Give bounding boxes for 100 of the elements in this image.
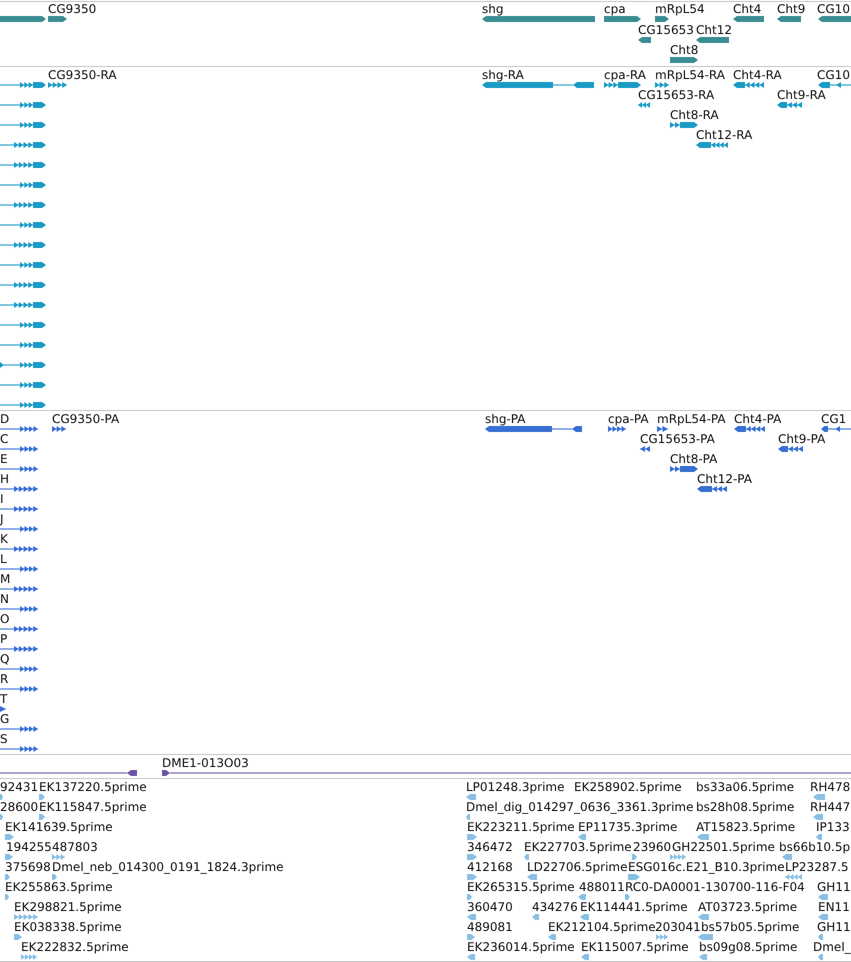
protein-feature[interactable] — [0, 466, 38, 472]
est-feature[interactable] — [813, 794, 825, 800]
est-feature[interactable] — [578, 834, 586, 840]
est-feature[interactable] — [0, 814, 3, 820]
protein-feature[interactable] — [734, 426, 765, 432]
est-feature[interactable] — [670, 854, 686, 860]
gene-feature[interactable] — [48, 16, 67, 22]
protein-feature[interactable] — [697, 486, 727, 492]
protein-feature[interactable] — [0, 686, 38, 692]
transcript-feature[interactable] — [0, 142, 46, 148]
est-feature[interactable] — [698, 934, 713, 940]
protein-feature[interactable] — [821, 426, 851, 432]
transcript-feature[interactable] — [0, 322, 46, 328]
transcript-feature[interactable] — [0, 382, 46, 388]
gene-feature[interactable] — [655, 16, 669, 22]
est-feature[interactable] — [52, 874, 57, 880]
est-feature[interactable] — [632, 854, 637, 860]
gene-feature[interactable] — [638, 36, 651, 43]
transcript-feature[interactable] — [655, 82, 669, 88]
est-feature[interactable] — [467, 854, 477, 860]
transcript-feature[interactable] — [0, 122, 46, 128]
protein-feature[interactable] — [608, 426, 626, 432]
est-feature[interactable] — [39, 814, 45, 820]
est-feature[interactable] — [813, 814, 823, 820]
est-feature[interactable] — [14, 914, 38, 920]
est-feature[interactable] — [467, 834, 477, 840]
transcript-feature[interactable] — [604, 82, 641, 88]
est-feature[interactable] — [467, 954, 475, 960]
protein-feature[interactable] — [0, 566, 38, 572]
transcript-feature[interactable] — [0, 402, 46, 408]
est-feature[interactable] — [467, 914, 476, 920]
clone-feature[interactable] — [162, 770, 851, 776]
protein-feature[interactable] — [52, 426, 66, 432]
est-feature[interactable] — [628, 874, 640, 880]
est-feature[interactable] — [785, 874, 802, 880]
transcript-feature[interactable] — [0, 242, 46, 248]
est-feature[interactable] — [578, 894, 586, 900]
est-feature[interactable] — [39, 794, 45, 800]
transcript-feature[interactable] — [0, 202, 46, 208]
protein-feature[interactable] — [0, 526, 38, 532]
est-feature[interactable] — [656, 934, 668, 940]
est-feature[interactable] — [467, 874, 477, 880]
protein-feature[interactable] — [0, 586, 38, 592]
transcript-feature[interactable] — [0, 282, 46, 288]
clone-feature[interactable] — [0, 770, 137, 776]
est-feature[interactable] — [532, 914, 539, 920]
transcript-feature[interactable] — [0, 162, 46, 168]
protein-feature[interactable] — [778, 446, 803, 452]
est-feature[interactable] — [782, 854, 792, 860]
gene-feature[interactable] — [0, 16, 46, 22]
est-feature[interactable] — [5, 894, 9, 900]
gene-feature[interactable] — [604, 16, 641, 22]
est-feature[interactable] — [52, 854, 65, 860]
gene-feature[interactable] — [777, 16, 801, 22]
protein-feature[interactable] — [0, 746, 38, 752]
protein-feature[interactable] — [640, 446, 650, 452]
est-feature[interactable] — [5, 854, 13, 860]
est-feature[interactable] — [5, 874, 10, 880]
protein-feature[interactable] — [0, 626, 38, 632]
protein-feature[interactable] — [0, 646, 38, 652]
transcript-feature[interactable] — [0, 342, 46, 348]
est-feature[interactable] — [466, 814, 470, 820]
est-feature[interactable] — [581, 954, 589, 960]
transcript-feature[interactable] — [0, 262, 46, 268]
protein-feature[interactable] — [0, 426, 38, 432]
est-feature[interactable] — [697, 834, 709, 840]
transcript-feature[interactable] — [48, 82, 67, 88]
protein-feature[interactable] — [0, 726, 38, 732]
protein-feature[interactable] — [485, 426, 582, 432]
protein-feature[interactable] — [0, 606, 38, 612]
transcript-feature[interactable] — [696, 142, 728, 148]
gene-feature[interactable] — [733, 16, 764, 22]
est-feature[interactable] — [467, 934, 475, 940]
transcript-feature[interactable] — [638, 102, 650, 108]
protein-feature[interactable] — [0, 546, 38, 552]
protein-feature[interactable] — [0, 666, 38, 672]
transcript-feature[interactable] — [0, 82, 46, 88]
est-feature[interactable] — [524, 854, 529, 860]
transcript-feature[interactable] — [777, 102, 802, 108]
gene-feature[interactable] — [818, 16, 851, 22]
transcript-feature[interactable] — [670, 122, 698, 128]
est-feature[interactable] — [21, 954, 37, 960]
est-feature[interactable] — [467, 894, 472, 900]
est-feature[interactable] — [527, 874, 537, 880]
transcript-feature[interactable] — [818, 82, 851, 88]
est-feature[interactable] — [580, 914, 589, 920]
est-feature[interactable] — [818, 894, 828, 900]
est-feature[interactable] — [5, 834, 14, 840]
est-feature[interactable] — [818, 914, 828, 920]
transcript-feature[interactable] — [0, 182, 46, 188]
transcript-feature[interactable] — [0, 102, 46, 108]
protein-feature[interactable] — [0, 486, 38, 492]
est-feature[interactable] — [0, 794, 3, 800]
protein-feature[interactable] — [0, 506, 38, 512]
est-feature[interactable] — [548, 934, 556, 940]
transcript-feature[interactable] — [0, 362, 46, 368]
protein-feature[interactable] — [657, 426, 668, 432]
est-feature[interactable] — [818, 954, 823, 960]
transcript-feature[interactable] — [733, 82, 764, 88]
protein-feature[interactable] — [0, 706, 6, 712]
